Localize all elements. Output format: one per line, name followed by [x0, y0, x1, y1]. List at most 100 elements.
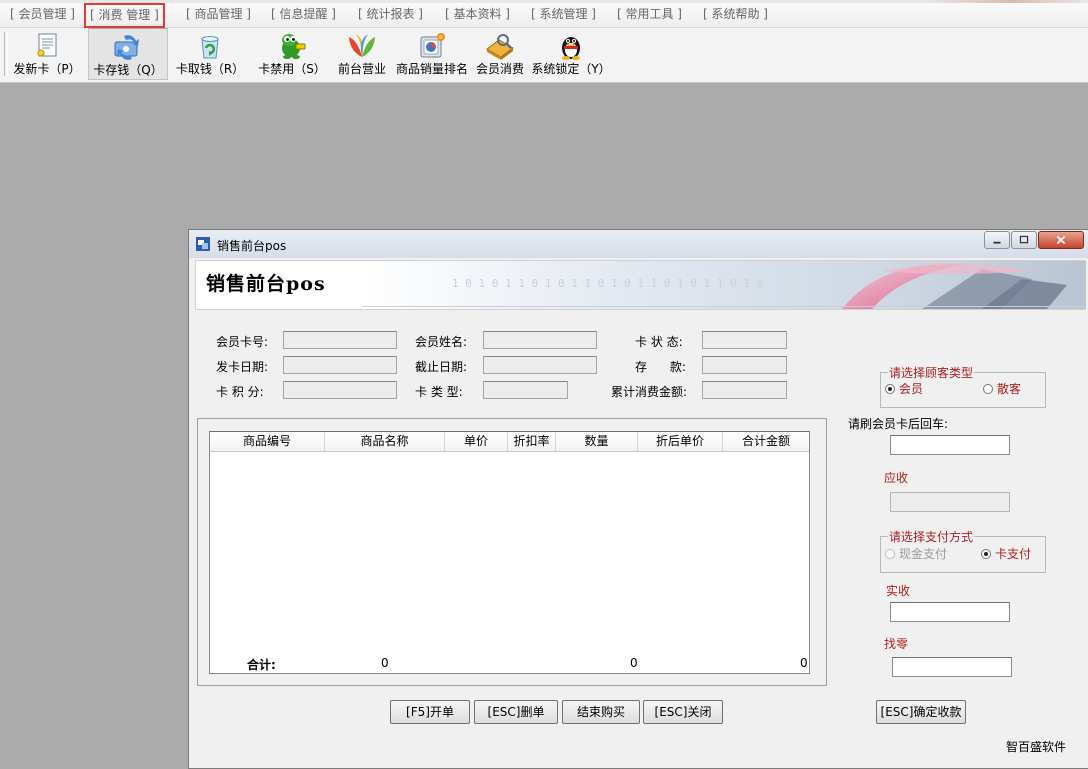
paid-label: 实收 — [886, 584, 911, 598]
menu-top-edge — [0, 0, 1088, 3]
sales-ranking-icon — [420, 33, 445, 58]
issue-date-field — [283, 356, 397, 374]
card-deposit-button[interactable]: 卡存钱（Q） — [88, 28, 168, 80]
card-points-field — [283, 381, 397, 399]
new-card-label: 发新卡（P） — [13, 62, 81, 76]
receivable-label: 应收 — [884, 471, 909, 485]
banner-art: 1 0 1 0 1 1 0 1 0 1 1 0 1 0 1 1 0 1 0 1 … — [362, 261, 1086, 309]
close-button[interactable]: [ESC]关闭 — [643, 700, 723, 724]
menu-reports[interactable]: [ 统计报表 ] — [358, 6, 423, 23]
swipe-card-input[interactable] — [890, 435, 1010, 455]
total-spent-label: 累计消费金额: — [611, 385, 688, 399]
sales-ranking-button[interactable]: 商品销量排名 — [394, 28, 470, 80]
radio-member-dot[interactable] — [885, 384, 895, 394]
col-discount-price[interactable]: 折后单价 — [638, 432, 723, 451]
menu-product-management[interactable]: [ 商品管理 ] — [186, 6, 251, 23]
front-desk-icon — [349, 34, 375, 57]
menu-bar: [ 会员管理 ] [ 消费 管理 ] [ 商品管理 ] [ 信息提醒 ] [ 统… — [0, 0, 1088, 28]
card-withdraw-label: 卡取钱（R） — [175, 62, 245, 76]
receivable-field — [890, 492, 1010, 512]
front-desk-button[interactable]: 前台营业 — [334, 28, 390, 80]
payment-method-group: 请选择支付方式 现金支付 卡支付 — [880, 528, 1046, 573]
radio-member[interactable]: 会员 — [885, 380, 923, 397]
swipe-card-label: 请刷会员卡后回车: — [848, 417, 949, 431]
minimize-icon — [993, 241, 1001, 244]
col-total-amount[interactable]: 合计金额 — [723, 432, 809, 451]
minimize-button[interactable] — [984, 231, 1010, 249]
radio-walkin[interactable]: 散客 — [983, 380, 1021, 397]
brand-label: 智百盛软件 — [1006, 740, 1067, 754]
new-card-button[interactable]: 发新卡（P） — [9, 28, 85, 80]
window-titlebar[interactable]: 销售前台pos — [189, 230, 1088, 258]
system-lock-button[interactable]: 系统锁定（Y） — [531, 28, 611, 80]
delete-bill-button[interactable]: [ESC]删单 — [474, 700, 558, 724]
window-banner: 销售前台pos 1 0 1 0 1 1 0 1 0 1 1 0 1 0 1 1 … — [195, 260, 1086, 310]
customer-type-group: 请选择顾客类型 会员 散客 — [880, 364, 1046, 408]
member-consume-label: 会员消费 — [475, 62, 524, 76]
col-goods-name[interactable]: 商品名称 — [325, 432, 445, 451]
close-window-button[interactable] — [1038, 231, 1084, 249]
sales-ranking-label: 商品销量排名 — [395, 62, 468, 76]
change-field — [892, 657, 1012, 677]
change-label: 找零 — [884, 637, 909, 651]
col-unit-price[interactable]: 单价 — [445, 432, 508, 451]
grid-total-discount-price: 0 — [630, 656, 638, 670]
radio-walkin-dot[interactable] — [983, 384, 993, 394]
radio-cash-label: 现金支付 — [899, 547, 948, 561]
expiry-date-label: 截止日期: — [415, 360, 468, 374]
card-type-label: 卡 类 型: — [415, 385, 463, 399]
issue-date-label: 发卡日期: — [216, 360, 269, 374]
finish-purchase-button[interactable]: 结束购买 — [562, 700, 640, 724]
menu-system-management[interactable]: [ 系统管理 ] — [531, 6, 596, 23]
radio-member-label: 会员 — [899, 382, 924, 396]
toolbar: 发新卡（P） 卡存钱（Q） 卡取钱（R） 卡禁用（S） 前台营业 商品销量排名 … — [0, 28, 1088, 83]
radio-walkin-label: 散客 — [997, 382, 1022, 396]
menu-member-management[interactable]: [ 会员管理 ] — [10, 6, 75, 23]
radio-card-pay[interactable]: 卡支付 — [981, 545, 1031, 562]
app-icon — [196, 237, 210, 251]
col-discount-rate[interactable]: 折扣率 — [508, 432, 556, 451]
maximize-button[interactable] — [1011, 231, 1037, 249]
member-name-label: 会员姓名: — [415, 335, 468, 349]
card-disable-label: 卡禁用（S） — [258, 62, 326, 76]
system-lock-icon — [562, 37, 580, 60]
banner-rule — [362, 306, 1086, 307]
card-status-field — [702, 331, 787, 349]
grid-total-label: 合计: — [247, 658, 276, 672]
card-deposit-label: 卡存钱（Q） — [93, 63, 163, 77]
banner-digits: 1 0 1 0 1 1 0 1 0 1 1 0 1 0 1 1 0 1 0 1 … — [452, 277, 763, 290]
member-consume-button[interactable]: 会员消费 — [473, 28, 527, 80]
sales-pos-window: 销售前台pos 销售前台pos 1 0 1 0 1 1 0 1 0 1 1 0 … — [188, 229, 1088, 769]
card-type-field — [483, 381, 568, 399]
card-withdraw-icon — [201, 36, 219, 59]
member-name-field — [483, 331, 597, 349]
customer-type-caption: 请选择顾客类型 — [888, 364, 975, 381]
goods-grid[interactable]: 商品编号 商品名称 单价 折扣率 数量 折后单价 合计金额 合计: 0 0 0 — [209, 431, 810, 674]
menu-common-tools[interactable]: [ 常用工具 ] — [617, 6, 682, 23]
col-quantity[interactable]: 数量 — [556, 432, 638, 451]
radio-cash-dot[interactable] — [885, 549, 895, 559]
radio-card-pay-dot[interactable] — [981, 549, 991, 559]
menu-system-help[interactable]: [ 系统帮助 ] — [703, 6, 768, 23]
menu-consumption-management[interactable]: [ 消费 管理 ] — [84, 3, 165, 28]
deposit-field — [702, 356, 787, 374]
toolbar-grip[interactable] — [4, 32, 8, 76]
card-disable-button[interactable]: 卡禁用（S） — [254, 28, 330, 80]
maximize-icon — [1019, 235, 1029, 244]
card-withdraw-button[interactable]: 卡取钱（R） — [172, 28, 248, 80]
menu-basic-data[interactable]: [ 基本资料 ] — [445, 6, 510, 23]
card-disable-icon — [282, 34, 306, 59]
grid-total-qty: 0 — [381, 656, 389, 670]
expiry-date-field — [483, 356, 597, 374]
window-title: 销售前台pos — [217, 239, 287, 253]
radio-cash[interactable]: 现金支付 — [885, 545, 947, 562]
col-goods-code[interactable]: 商品编号 — [210, 432, 325, 451]
menu-info-reminder[interactable]: [ 信息提醒 ] — [271, 6, 336, 23]
confirm-payment-button[interactable]: [ESC]确定收款 — [876, 700, 966, 724]
paid-input[interactable] — [890, 602, 1010, 622]
open-bill-button[interactable]: [F5]开单 — [390, 700, 470, 724]
card-points-label: 卡 积 分: — [216, 385, 264, 399]
member-card-no-label: 会员卡号: — [216, 335, 269, 349]
card-status-label: 卡 状 态: — [635, 335, 683, 349]
close-icon — [1056, 235, 1066, 245]
